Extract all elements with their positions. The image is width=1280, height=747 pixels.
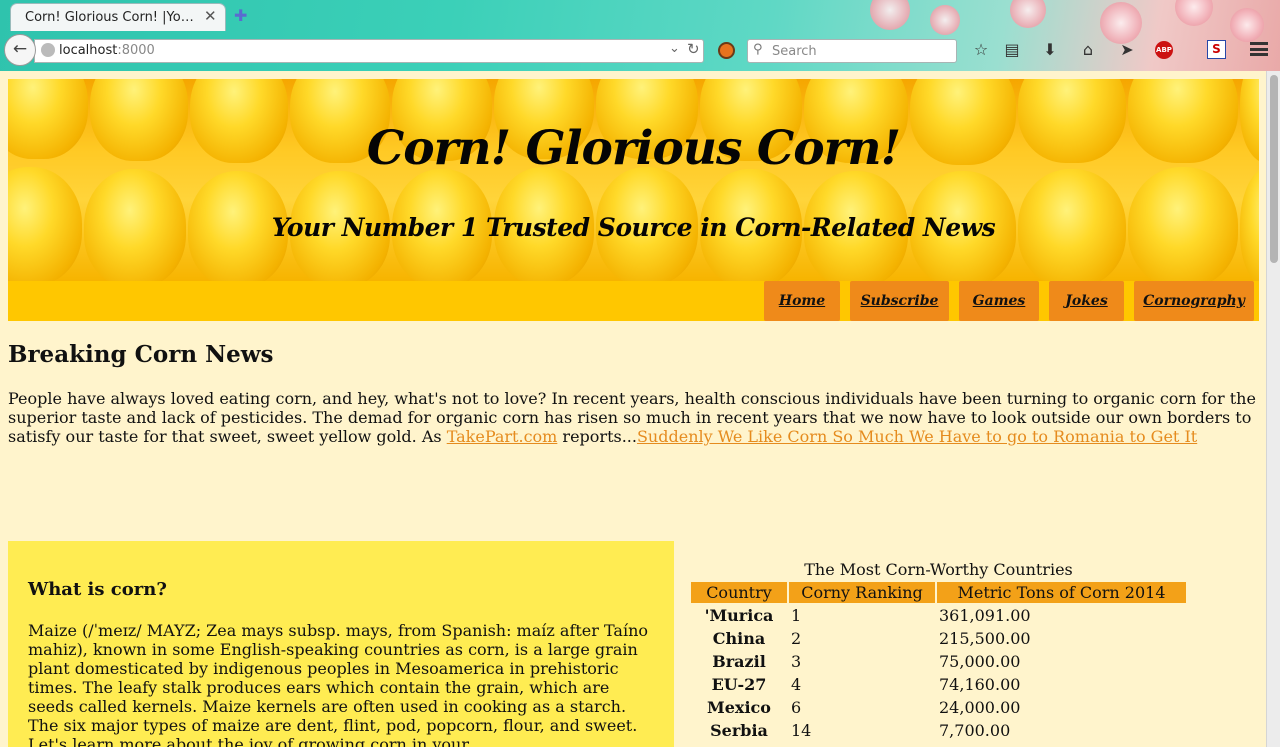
table-caption: The Most Corn-Worthy Countries (804, 560, 1073, 579)
nav-jokes-link[interactable]: Jokes (1049, 281, 1124, 321)
url-text: localhost:8000 (59, 43, 155, 58)
search-icon: ⚲ (753, 42, 763, 57)
country-cell: Brazil (712, 652, 766, 671)
home-icon[interactable]: ⌂ (1077, 40, 1099, 59)
ranking-cell: 3 (791, 652, 802, 671)
corn-ranking-table: Country Corny Ranking Metric Tons of Cor… (689, 580, 1188, 743)
url-dropdown-icon[interactable]: ⌄ (669, 41, 680, 56)
ranking-cell: 6 (791, 698, 802, 717)
new-tab-icon[interactable]: ✚ (234, 6, 247, 25)
article-link[interactable]: Suddenly We Like Corn So Much We Have to… (637, 427, 1197, 446)
nav-home-link[interactable]: Home (764, 281, 840, 321)
back-button[interactable]: ← (4, 34, 36, 66)
news-paragraph: People have always loved eating corn, an… (8, 389, 1258, 446)
tons-cell: 7,700.00 (939, 721, 1011, 740)
nav-cornography-link[interactable]: Cornography (1134, 281, 1254, 321)
table-header-row: Country Corny Ranking Metric Tons of Cor… (691, 582, 1186, 603)
country-cell: Mexico (707, 698, 771, 717)
site-subtitle: Your Number 1 Trusted Source in Corn-Rel… (271, 213, 996, 242)
tab-title: Corn! Glorious Corn! |Yo… (25, 10, 194, 25)
header-banner: Corn! Glorious Corn! Your Number 1 Trust… (8, 79, 1259, 281)
table-row: China 2 215,500.00 (691, 628, 1186, 649)
main-nav: Home Subscribe Games Jokes Cornography (8, 281, 1259, 321)
table-row: 'Murica 1 361,091.00 (691, 605, 1186, 626)
nav-games-link[interactable]: Games (959, 281, 1039, 321)
country-cell: EU-27 (711, 675, 767, 694)
tons-cell: 361,091.00 (939, 606, 1031, 625)
addon-s-icon[interactable]: S (1207, 40, 1226, 59)
site-title: Corn! Glorious Corn! (366, 121, 901, 176)
blossom-decoration (1175, 0, 1213, 26)
tons-cell: 74,160.00 (939, 675, 1021, 694)
search-placeholder: Search (772, 44, 817, 59)
download-icon[interactable]: ⬇ (1039, 40, 1061, 59)
column-header: Country (691, 582, 787, 603)
tons-cell: 24,000.00 (939, 698, 1021, 717)
hamburger-menu-icon[interactable] (1250, 42, 1268, 56)
ranking-cell: 14 (791, 721, 812, 740)
table-row: Mexico 6 24,000.00 (691, 697, 1186, 718)
column-header: Corny Ranking (789, 582, 935, 603)
reading-list-icon[interactable]: ▤ (1001, 40, 1023, 59)
blossom-decoration (1010, 0, 1046, 28)
table-row: Brazil 3 75,000.00 (691, 651, 1186, 672)
basketball-addon-icon[interactable] (718, 42, 735, 59)
country-cell: China (712, 629, 766, 648)
ranking-cell: 4 (791, 675, 802, 694)
what-is-corn-heading: What is corn? (28, 579, 167, 600)
column-header: Metric Tons of Corn 2014 (937, 582, 1186, 603)
browser-toolbar: localhost:8000 ⌄ ↻ ← ⚲ Search ☆ ▤ ⬇ ⌂ ➤ … (0, 31, 1280, 71)
send-icon[interactable]: ➤ (1116, 40, 1138, 59)
tab-close-icon[interactable]: ✕ (204, 7, 217, 25)
ranking-cell: 1 (791, 606, 802, 625)
scrollbar-thumb[interactable] (1270, 75, 1278, 263)
country-cell: Serbia (710, 721, 768, 740)
what-is-corn-text: Maize (/ˈmeɪz/ MAYZ; Zea mays subsp. may… (28, 621, 649, 747)
browser-chrome: Corn! Glorious Corn! |Yo… ✕ ✚ localhost:… (0, 0, 1280, 71)
tons-cell: 75,000.00 (939, 652, 1021, 671)
browser-tab[interactable]: Corn! Glorious Corn! |Yo… ✕ (10, 3, 226, 31)
reload-icon[interactable]: ↻ (687, 40, 700, 58)
back-arrow-icon: ← (12, 39, 28, 59)
blossom-decoration (870, 0, 910, 30)
nav-subscribe-link[interactable]: Subscribe (850, 281, 949, 321)
country-cell: 'Murica (704, 606, 774, 625)
globe-icon (41, 43, 55, 57)
what-is-corn-box: What is corn? Maize (/ˈmeɪz/ MAYZ; Zea m… (8, 541, 674, 747)
breaking-news-heading: Breaking Corn News (8, 341, 274, 368)
page-scrollbar[interactable] (1266, 71, 1280, 747)
adblock-icon[interactable]: ABP (1155, 41, 1173, 59)
table-row: Serbia 14 7,700.00 (691, 720, 1186, 741)
bookmark-star-icon[interactable]: ☆ (970, 40, 992, 59)
page-viewport: Corn! Glorious Corn! Your Number 1 Trust… (0, 71, 1266, 747)
ranking-cell: 2 (791, 629, 802, 648)
tons-cell: 215,500.00 (939, 629, 1031, 648)
table-row: EU-27 4 74,160.00 (691, 674, 1186, 695)
news-body-mid: reports... (557, 427, 637, 446)
url-bar[interactable]: localhost:8000 ⌄ ↻ (34, 39, 704, 63)
takepart-link[interactable]: TakePart.com (447, 427, 558, 446)
search-input[interactable]: ⚲ Search (747, 39, 957, 63)
